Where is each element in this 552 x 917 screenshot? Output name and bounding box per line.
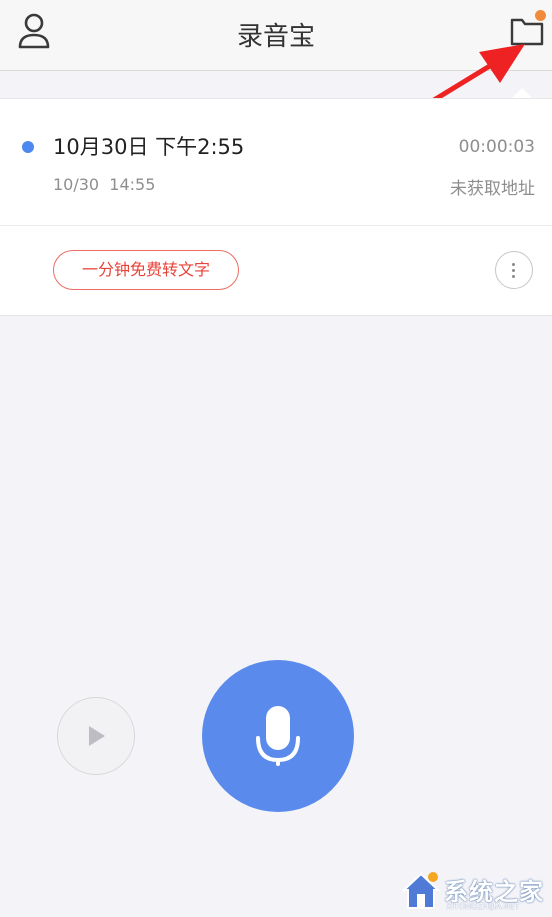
page-title: 录音宝: [236, 22, 315, 52]
more-vertical-icon: [512, 263, 515, 266]
recording-title: 10月30日 下午2:55: [53, 135, 245, 159]
microphone-icon: [256, 706, 300, 766]
watermark: 系统之家 XITONGZHIJIA.NET: [400, 868, 550, 914]
record-button[interactable]: [202, 660, 354, 812]
play-button[interactable]: [57, 697, 135, 775]
top-bar: 录音宝: [0, 0, 552, 71]
recording-item[interactable]: 10月30日 下午2:55 00:00:03 10/30 14:55 未获取地址: [0, 99, 552, 226]
more-options-button[interactable]: [495, 251, 533, 289]
recording-card: 10月30日 下午2:55 00:00:03 10/30 14:55 未获取地址…: [0, 98, 552, 316]
recording-duration: 00:00:03: [458, 137, 535, 157]
more-vertical-icon-dot: [512, 275, 515, 278]
house-logo-icon: [401, 872, 441, 909]
notification-dot: [535, 10, 546, 21]
recording-location: 未获取地址: [450, 179, 535, 199]
watermark-url: XITONGZHIJIA.NET: [446, 902, 520, 911]
card-pointer: [512, 88, 532, 98]
convert-to-text-button[interactable]: 一分钟免费转文字: [53, 250, 239, 290]
more-vertical-icon-dot: [512, 269, 515, 272]
play-icon: [89, 726, 105, 746]
recording-datetime: 10/30 14:55: [53, 175, 156, 194]
unplayed-dot: [22, 141, 34, 153]
